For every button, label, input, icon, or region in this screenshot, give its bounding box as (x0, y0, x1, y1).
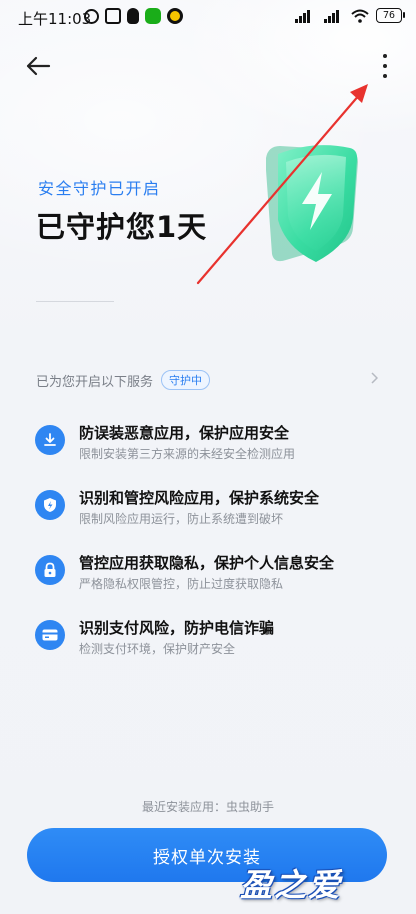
notification-icons (84, 8, 183, 24)
wifi-icon (351, 9, 369, 23)
services-label: 已为您开启以下服务 (36, 374, 154, 390)
feature-title: 防误装恶意应用，保护应用安全 (79, 424, 290, 442)
green-shield-lightning-icon (266, 145, 358, 262)
n-app-icon (105, 8, 121, 24)
alarm-icon (84, 8, 99, 24)
protection-status-subtitle: 安全守护已开启 (38, 179, 161, 198)
feature-description: 检测支付环境，保护财产安全 (79, 642, 236, 656)
divider (36, 301, 114, 302)
feature-description: 限制风险应用运行，防止系统遭到破坏 (79, 512, 284, 526)
feature-item-malware: 防误装恶意应用，保护应用安全 限制安装第三方来源的未经安全检测应用 (35, 422, 385, 472)
lock-icon (35, 555, 65, 585)
card-icon (35, 620, 65, 650)
more-vertical-icon (383, 54, 387, 58)
feature-title: 识别和管控风险应用，保护系统安全 (79, 489, 320, 507)
recent-install-text: 最近安装应用：虫虫助手 (141, 800, 274, 814)
yellow-app-icon (167, 8, 183, 24)
watermark-logo: 盈之爱 (240, 866, 343, 904)
back-button[interactable] (22, 50, 54, 82)
system-icons: 76 (293, 8, 405, 23)
more-dot (383, 64, 387, 68)
feature-title: 管控应用获取隐私，保护个人信息安全 (79, 554, 335, 572)
feature-title: 识别支付风险，防护电信诈骗 (79, 619, 275, 637)
download-shield-icon (35, 425, 65, 455)
qq-icon (127, 8, 139, 24)
page-title: 已守护您1天 (36, 210, 208, 244)
shield-icon (35, 490, 65, 520)
status-bar: 上午11:03 76 (0, 0, 416, 36)
services-header[interactable]: 已为您开启以下服务 守护中 (36, 368, 382, 392)
arrow-left-icon (26, 56, 51, 76)
feature-description: 限制安装第三方来源的未经安全检测应用 (79, 447, 296, 461)
feature-item-risk-apps: 识别和管控风险应用，保护系统安全 限制风险应用运行，防止系统遭到破坏 (35, 487, 385, 537)
more-options-button[interactable] (380, 54, 390, 78)
feature-description: 严格隐私权限管控，防止过度获取隐私 (79, 577, 284, 591)
battery-icon: 76 (376, 8, 405, 23)
feature-item-payment: 识别支付风险，防护电信诈骗 检测支付环境，保护财产安全 (35, 617, 385, 667)
signal-icon-2 (322, 9, 344, 23)
signal-icon-1 (293, 9, 315, 23)
more-dot (383, 74, 387, 78)
status-badge: 守护中 (161, 370, 211, 390)
wechat-icon (145, 8, 161, 24)
status-time: 上午11:03 (18, 10, 92, 28)
chevron-right-icon (371, 372, 378, 384)
feature-item-privacy: 管控应用获取隐私，保护个人信息安全 严格隐私权限管控，防止过度获取隐私 (35, 552, 385, 602)
